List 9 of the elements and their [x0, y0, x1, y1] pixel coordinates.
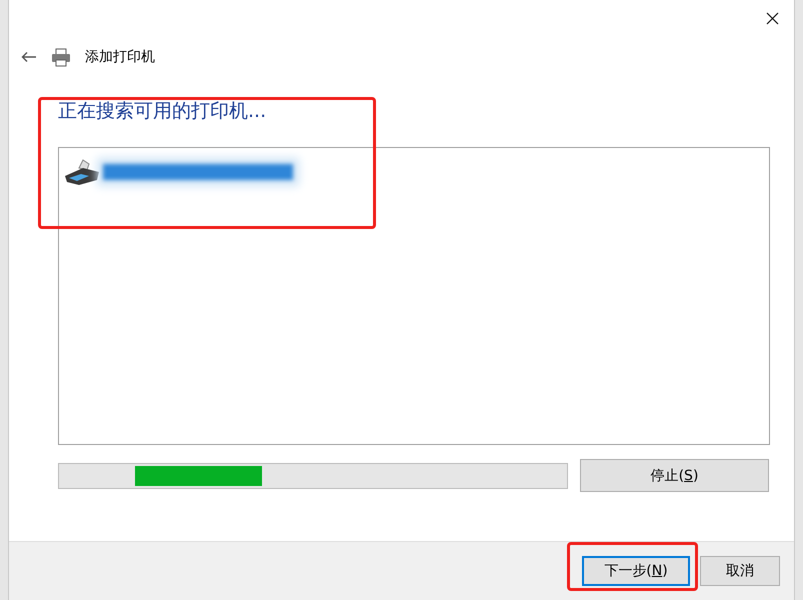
close-icon	[766, 12, 778, 24]
next-button[interactable]: 下一步(N)	[582, 556, 690, 586]
back-arrow-icon	[21, 51, 37, 63]
window-title: 添加打印机	[85, 48, 155, 66]
cancel-button[interactable]: 取消	[700, 556, 780, 586]
stop-button[interactable]: 停止(S)	[580, 459, 769, 492]
printer-icon	[63, 158, 101, 186]
printer-icon	[51, 47, 71, 67]
status-heading: 正在搜索可用的打印机...	[58, 99, 268, 124]
